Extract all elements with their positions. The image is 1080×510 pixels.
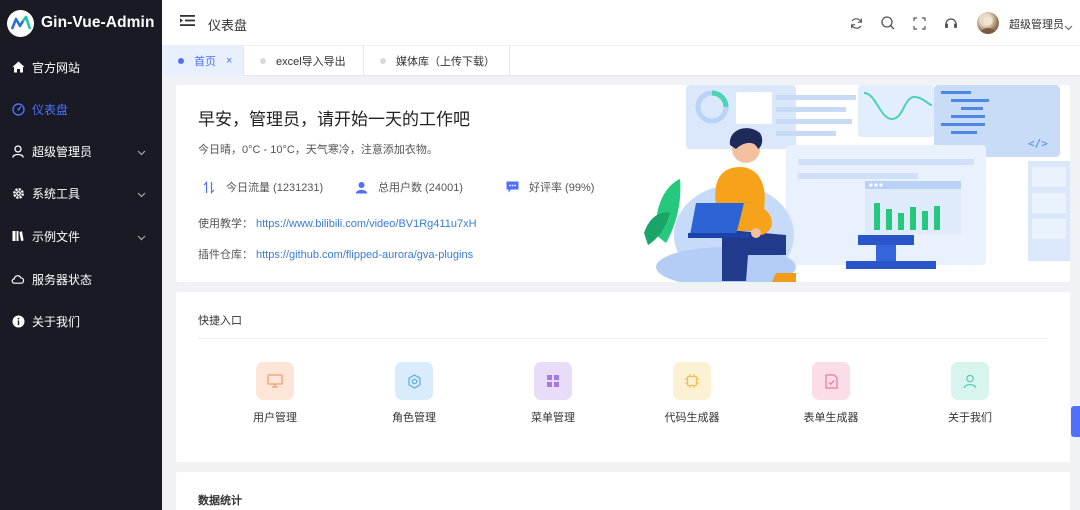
- greeting-text: 早安，管理员，请开始一天的工作吧: [198, 110, 470, 129]
- tab-dot-icon: [178, 58, 184, 64]
- sidebar-item-label: 示例文件: [32, 229, 81, 244]
- stat-users: 总用户数 (24001): [354, 179, 463, 195]
- quick-item-label: 表单生成器: [803, 412, 859, 424]
- stat-label: 好评率 (99%): [529, 182, 595, 194]
- quick-item-menu-management[interactable]: 菜单管理: [493, 362, 613, 425]
- sidebar-item-label: 超级管理员: [32, 144, 93, 159]
- tab-label: 媒体库（上传下载）: [396, 56, 495, 68]
- dashboard-illustration: </>: [644, 85, 1070, 282]
- avatar[interactable]: [977, 12, 999, 34]
- sidebar-item-server-status[interactable]: 服务器状态: [0, 258, 162, 300]
- quick-entry-card: 快捷入口 用户管理 角色管理 菜单管理 代码生成器 表单生成器 关于我们: [176, 292, 1070, 462]
- chevron-down-icon: [137, 145, 146, 159]
- user-icon: [11, 144, 25, 158]
- quick-item-label: 用户管理: [253, 412, 297, 424]
- sidebar-item-system-tools[interactable]: 系统工具: [0, 172, 162, 214]
- plugins-label: 插件仓库：: [198, 249, 253, 261]
- tutorial-row: 使用教学： https://www.bilibili.com/video/BV1R…: [198, 215, 477, 231]
- top-header: 仪表盘 超级管理员: [162, 0, 1080, 46]
- menu-fold-icon[interactable]: [180, 14, 195, 32]
- quick-entry-title: 快捷入口: [198, 315, 242, 327]
- sidebar-item-label: 仪表盘: [32, 102, 69, 117]
- user-name[interactable]: 超级管理员: [1009, 16, 1064, 32]
- side-drawer-handle[interactable]: [1071, 406, 1080, 437]
- folder-icon: [11, 229, 25, 243]
- close-icon[interactable]: ×: [226, 55, 232, 67]
- tab-dot-icon: [380, 58, 386, 64]
- tutorial-link[interactable]: https://www.bilibili.com/video/BV1Rg411u…: [256, 218, 477, 230]
- sidebar-item-website[interactable]: 官方网站: [0, 46, 162, 88]
- sidebar-item-label: 服务器状态: [32, 272, 93, 287]
- tutorial-label: 使用教学：: [198, 218, 253, 230]
- logo[interactable]: Gin-Vue-Admin: [0, 0, 162, 46]
- plugins-row: 插件仓库： https://github.com/flipped-aurora/g…: [198, 246, 473, 262]
- sidebar-item-about[interactable]: 关于我们: [0, 300, 162, 342]
- plugins-link[interactable]: https://github.com/flipped-aurora/gva-pl…: [256, 249, 473, 261]
- quick-item-label: 关于我们: [948, 412, 992, 424]
- sidebar-item-examples[interactable]: 示例文件: [0, 215, 162, 257]
- dashboard-icon: [11, 102, 25, 116]
- svg-text:</>: </>: [1028, 137, 1048, 150]
- cloud-icon: [11, 272, 25, 286]
- menu-grid-icon: [534, 362, 572, 400]
- statistics-title: 数据统计: [198, 495, 242, 507]
- sidebar-item-label: 官方网站: [32, 60, 81, 75]
- headset-icon[interactable]: [943, 15, 959, 31]
- quick-item-label: 菜单管理: [531, 412, 575, 424]
- quick-item-role-management[interactable]: 角色管理: [354, 362, 474, 425]
- traffic-icon: [202, 180, 216, 194]
- tab-label: excel导入导出: [276, 56, 346, 68]
- page-title: 仪表盘: [208, 18, 248, 33]
- chip-icon: [673, 362, 711, 400]
- document-check-icon: [812, 362, 850, 400]
- refresh-icon[interactable]: [848, 15, 864, 31]
- quick-item-label: 角色管理: [392, 412, 436, 424]
- monitor-icon: [256, 362, 294, 400]
- gear-icon: [11, 186, 25, 200]
- statistics-card: 数据统计: [176, 472, 1070, 510]
- users-icon: [354, 180, 368, 194]
- setting-icon: [395, 362, 433, 400]
- stat-label: 总用户数 (24001): [378, 182, 463, 194]
- chevron-down-icon: [137, 187, 146, 201]
- quick-item-code-generator[interactable]: 代码生成器: [632, 362, 752, 425]
- divider: [198, 338, 1048, 339]
- sidebar-item-label: 关于我们: [32, 314, 81, 329]
- sidebar: Gin-Vue-Admin 官方网站 仪表盘 超级管理员 系统工具 示例文件 服…: [0, 0, 162, 510]
- sidebar-item-dashboard[interactable]: 仪表盘: [0, 88, 162, 130]
- quick-item-about[interactable]: 关于我们: [910, 362, 1030, 425]
- fullscreen-icon[interactable]: [911, 15, 927, 31]
- tab-bar: 首页 × excel导入导出 媒体库（上传下载）: [162, 46, 1080, 76]
- chevron-down-icon: [137, 230, 146, 244]
- sidebar-item-super-admin[interactable]: 超级管理员: [0, 130, 162, 172]
- welcome-card: 早安，管理员，请开始一天的工作吧 今日晴，0°C - 10°C，天气寒冷，注意添…: [176, 85, 1070, 282]
- tab-dot-icon: [260, 58, 266, 64]
- stat-traffic: 今日流量 (1231231): [202, 179, 323, 195]
- weather-text: 今日晴，0°C - 10°C，天气寒冷，注意添加衣物。: [198, 144, 438, 156]
- tab-home[interactable]: 首页 ×: [162, 46, 244, 76]
- quick-item-label: 代码生成器: [664, 412, 720, 424]
- tab-label: 首页: [194, 56, 216, 68]
- search-icon[interactable]: [880, 15, 896, 31]
- stat-rating: 好评率 (99%): [505, 179, 594, 195]
- home-icon: [11, 60, 25, 74]
- quick-item-user-management[interactable]: 用户管理: [215, 362, 335, 425]
- sidebar-item-label: 系统工具: [32, 186, 81, 201]
- info-icon: [11, 314, 25, 328]
- user-outline-icon: [951, 362, 989, 400]
- logo-mark-icon: [7, 9, 34, 37]
- app-name: Gin-Vue-Admin: [41, 14, 155, 31]
- stat-label: 今日流量 (1231231): [226, 182, 324, 194]
- tab-excel[interactable]: excel导入导出: [244, 46, 364, 76]
- chevron-down-icon[interactable]: [1064, 18, 1073, 36]
- quick-item-form-generator[interactable]: 表单生成器: [771, 362, 891, 425]
- comment-icon: [505, 180, 519, 194]
- tab-media-library[interactable]: 媒体库（上传下载）: [364, 46, 510, 76]
